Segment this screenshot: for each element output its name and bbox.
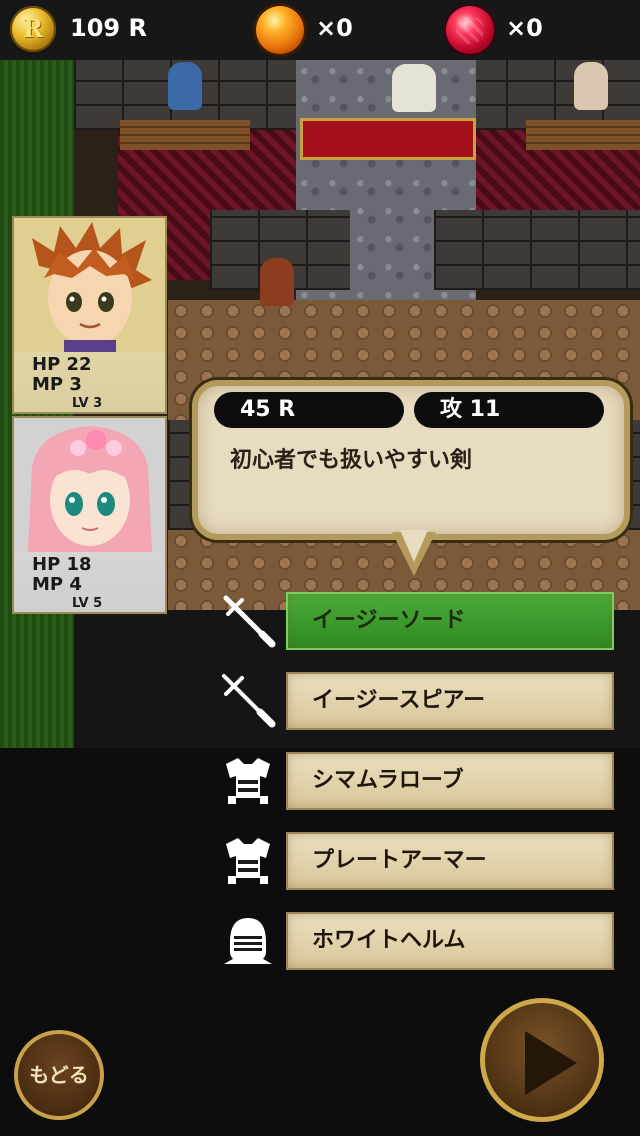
item-price: 45 R [214,392,404,428]
npc-king [392,64,436,112]
next-button[interactable] [480,998,604,1122]
heroine-mp: MP 4 [32,574,82,595]
hero-portrait [14,218,165,352]
coin-count: 109 R [70,14,147,42]
item-description: 初心者でも扱いやすい剣 [230,448,473,473]
heroine-hp: HP 18 [32,554,92,575]
bubble-tail [392,530,436,576]
equip-item-easy-sword[interactable]: イージーソード [286,592,614,650]
equip-item-white-helm[interactable]: ホワイトヘルム [286,912,614,970]
orb-count: ×0 [316,14,353,42]
npc-player [260,258,294,306]
equip-item-easy-spear[interactable]: イージースピアー [286,672,614,730]
equip-item-shimamura-robe[interactable]: シマムラローブ [286,752,614,810]
coin-icon: R [10,6,56,52]
npc-villager [168,62,202,110]
helmet-icon [224,918,272,964]
party-member-heroine[interactable]: HP 18 MP 4 LV 5 [12,416,167,614]
heroine-portrait [14,418,165,552]
armor-icon [226,838,270,884]
hero-hp: HP 22 [32,354,92,375]
play-icon [525,1031,577,1095]
spear-icon [222,674,276,728]
hero-stats: HP 22 MP 3 LV 3 [14,352,165,412]
npc-maid [574,62,608,110]
sword-icon [223,595,276,648]
wooden-counter-right [526,120,640,150]
wooden-counter-left [120,120,250,150]
hero-level: LV 3 [72,396,103,411]
heroine-stats: HP 18 MP 4 LV 5 [14,552,165,612]
pillar-right [434,210,640,290]
throne-carpet [300,118,476,160]
armor-icon [226,758,270,804]
equip-item-plate-armor[interactable]: プレートアーマー [286,832,614,890]
heroine-level: LV 5 [72,596,103,611]
orb-icon [256,6,304,54]
gem-count: ×0 [506,14,543,42]
item-attack: 攻 11 [414,392,604,428]
back-button[interactable]: もどる [14,1030,104,1120]
currency-bar: R 109 R ×0 ×0 [0,0,640,60]
hero-mp: MP 3 [32,374,82,395]
gem-icon [446,6,494,54]
party-member-hero[interactable]: HP 22 MP 3 LV 3 [12,216,167,414]
